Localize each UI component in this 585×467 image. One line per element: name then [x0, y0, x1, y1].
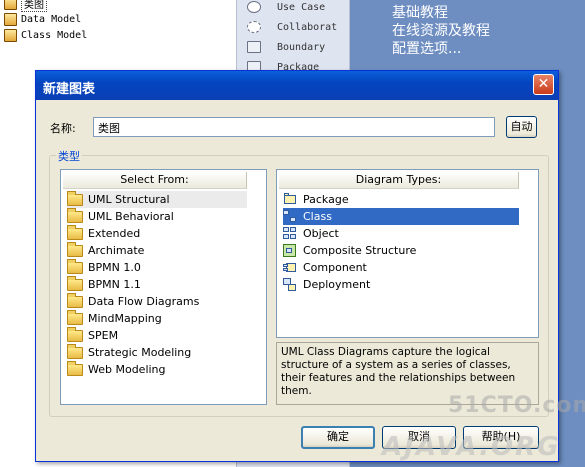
- start-link[interactable]: 配置选项...: [392, 38, 461, 58]
- toolbox-item-label: Collaborat: [277, 21, 338, 33]
- list-item[interactable]: Component: [283, 259, 367, 276]
- dialog-title: 新建图表: [43, 82, 96, 97]
- list-item[interactable]: MindMapping: [67, 309, 162, 327]
- list-item-label: Data Flow Diagrams: [88, 295, 200, 308]
- list-item-label: Strategic Modeling: [88, 346, 192, 359]
- list-item-label: UML Structural: [88, 193, 170, 206]
- object-icon: [283, 226, 297, 241]
- folder-icon: [67, 343, 83, 359]
- folder-icon: [67, 326, 83, 342]
- list-item[interactable]: UML Behavioral: [67, 207, 174, 225]
- toolbox-item-collaboration[interactable]: Collaborat: [247, 18, 337, 36]
- tree-item[interactable]: Class Model: [4, 28, 87, 43]
- watermark-51cto: 51CTO.com: [448, 393, 585, 418]
- list-item[interactable]: Deployment: [283, 276, 370, 293]
- toolbox-item-boundary[interactable]: Boundary: [247, 38, 325, 56]
- diagram-icon: [4, 13, 17, 26]
- list-item-label: Extended: [88, 227, 141, 240]
- boundary-icon: [247, 41, 261, 53]
- list-item-label: MindMapping: [88, 312, 162, 325]
- folder-icon: [67, 190, 83, 206]
- start-link[interactable]: 在线资源及教程: [392, 20, 490, 40]
- type-group-label: 类型: [56, 148, 82, 164]
- tree-item[interactable]: Data Model: [4, 12, 81, 27]
- list-item-label: Class: [303, 210, 332, 223]
- ellipse-icon: [247, 1, 261, 13]
- list-item[interactable]: Object: [283, 225, 339, 242]
- list-item[interactable]: BPMN 1.1: [67, 275, 141, 293]
- diagram-types-list[interactable]: Diagram Types: Package Class Object Comp…: [276, 169, 539, 338]
- diagram-icon: [4, 29, 17, 42]
- list-item-label: Package: [303, 193, 349, 206]
- select-from-header[interactable]: Select From:: [63, 172, 247, 189]
- diagram-types-header[interactable]: Diagram Types:: [279, 172, 519, 189]
- list-item-label: Object: [303, 227, 339, 240]
- tree-item-label: Class Model: [21, 30, 88, 41]
- list-item[interactable]: Data Flow Diagrams: [67, 292, 200, 310]
- list-item[interactable]: UML Structural: [67, 190, 247, 208]
- deployment-icon: [283, 277, 297, 292]
- watermark-ajava: AJAVA.ORG: [382, 432, 561, 462]
- list-item-label: BPMN 1.0: [88, 261, 141, 274]
- diagram-icon: [4, 0, 17, 10]
- folder-icon: [67, 207, 83, 223]
- list-item-label: SPEM: [88, 329, 119, 342]
- list-item-label: BPMN 1.1: [88, 278, 141, 291]
- close-button[interactable]: ✕: [533, 74, 554, 95]
- folder-icon: [67, 309, 83, 325]
- folder-icon: [67, 258, 83, 274]
- composite-structure-icon: [283, 243, 297, 258]
- list-item[interactable]: Composite Structure: [283, 242, 416, 259]
- list-item[interactable]: Archimate: [67, 241, 145, 259]
- list-item[interactable]: Package: [283, 191, 349, 208]
- tree-item[interactable]: 类图: [4, 0, 47, 12]
- tree-item-label: 类图: [21, 0, 47, 12]
- start-link[interactable]: 基础教程: [392, 2, 448, 22]
- tree-item-label: Data Model: [21, 14, 82, 25]
- toolbox-item-label: Use Case: [277, 1, 326, 13]
- class-icon: [283, 209, 297, 224]
- folder-icon: [67, 241, 83, 257]
- list-item-label: Composite Structure: [303, 244, 417, 257]
- folder-icon: [67, 292, 83, 308]
- auto-button[interactable]: 自动: [506, 116, 537, 138]
- list-item[interactable]: BPMN 1.0: [67, 258, 141, 276]
- list-item[interactable]: Web Modeling: [67, 360, 166, 378]
- list-item[interactable]: Extended: [67, 224, 141, 242]
- toolbox-item-label: Boundary: [277, 41, 326, 53]
- list-item-label: Archimate: [88, 244, 145, 257]
- dialog-titlebar[interactable]: 新建图表 ✕: [36, 71, 558, 100]
- name-input[interactable]: 类图: [93, 117, 495, 137]
- toolbox-item-use-case[interactable]: Use Case: [247, 0, 325, 16]
- list-item-label: Component: [303, 261, 367, 274]
- select-from-list[interactable]: Select From: UML Structural UML Behavior…: [60, 169, 267, 405]
- ok-button[interactable]: 确定: [301, 426, 375, 449]
- close-icon: ✕: [537, 76, 550, 92]
- collaboration-icon: [247, 21, 261, 33]
- list-item[interactable]: SPEM: [67, 326, 119, 344]
- folder-icon: [67, 275, 83, 291]
- list-item[interactable]: Class: [283, 208, 519, 225]
- list-item-label: Web Modeling: [88, 363, 166, 376]
- component-icon: [283, 261, 297, 275]
- list-item-label: UML Behavioral: [88, 210, 174, 223]
- name-label: 名称:: [50, 122, 76, 135]
- folder-icon: [67, 360, 83, 376]
- list-item[interactable]: Strategic Modeling: [67, 343, 192, 361]
- folder-icon: [67, 224, 83, 240]
- package-icon: [283, 192, 297, 207]
- list-item-label: Deployment: [303, 278, 371, 291]
